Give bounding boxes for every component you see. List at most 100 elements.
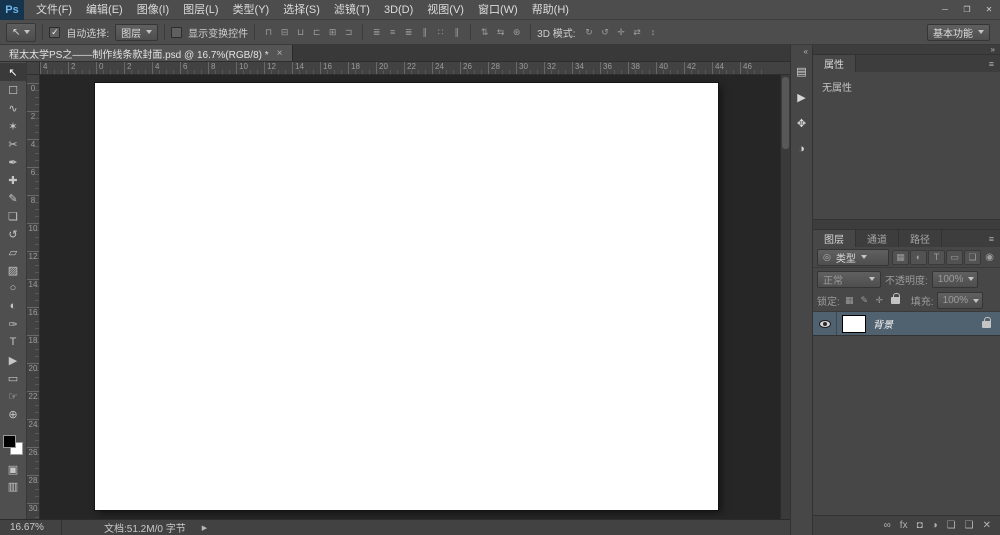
menu-item[interactable]: 图像(I) (130, 0, 176, 19)
type-tool[interactable]: T (0, 333, 26, 351)
distribute-left-edges-icon[interactable]: ∥ (417, 24, 432, 40)
menu-item[interactable]: 3D(D) (377, 0, 420, 19)
adjustments-panel-icon[interactable]: ◑ (793, 140, 811, 158)
minimize-button[interactable]: ─ (934, 0, 956, 19)
lock-transparent-pixels-icon[interactable]: ▦ (843, 294, 856, 308)
menu-item[interactable]: 编辑(E) (79, 0, 130, 19)
filter-adjustment-layers-icon[interactable]: ◐ (910, 249, 927, 265)
clone-stamp-tool[interactable]: ❏ (0, 207, 26, 225)
tab-paths[interactable]: 路径 (899, 230, 942, 247)
menu-item[interactable]: 帮助(H) (525, 0, 576, 19)
vertical-scrollbar[interactable] (780, 75, 790, 519)
opacity-dropdown[interactable]: 100% (931, 270, 978, 288)
marquee-tool[interactable]: ☐ (0, 81, 26, 99)
layer-visibility-toggle[interactable] (813, 312, 837, 335)
menu-item[interactable]: 滤镜(T) (327, 0, 377, 19)
brush-tool[interactable]: ✎ (0, 189, 26, 207)
distribute-top-edges-icon[interactable]: ≣ (369, 24, 384, 40)
align-top-edges-icon[interactable]: ⊓ (261, 24, 276, 40)
distribute-vertical-spacing-icon[interactable]: ⇅ (477, 24, 492, 40)
align-right-edges-icon[interactable]: ⊐ (341, 24, 356, 40)
history-panel-icon[interactable]: ▤ (793, 62, 811, 80)
distribute-vertical-centers-icon[interactable]: ≡ (385, 24, 400, 40)
tab-channels[interactable]: 通道 (856, 230, 899, 247)
align-vertical-centers-icon[interactable]: ⊟ (277, 24, 292, 40)
3d-slide-icon[interactable]: ⇄ (630, 24, 645, 40)
filter-type-dropdown[interactable]: ◎ 类型 (817, 248, 889, 266)
menu-item[interactable]: 选择(S) (276, 0, 327, 19)
new-group-icon[interactable]: ❏ (947, 520, 956, 531)
align-left-edges-icon[interactable]: ⊏ (309, 24, 324, 40)
panel-menu-icon[interactable]: ≡ (989, 55, 1000, 72)
actions-panel-icon[interactable]: ▶ (793, 88, 811, 106)
expand-panels-icon[interactable]: « (804, 45, 812, 58)
link-layers-icon[interactable]: ∞ (884, 520, 891, 531)
lock-image-pixels-icon[interactable]: ✎ (858, 294, 871, 308)
3d-roll-icon[interactable]: ↺ (598, 24, 613, 40)
layer-thumbnail[interactable] (842, 314, 866, 333)
layer-styles-icon[interactable]: fx (900, 520, 908, 531)
show-transform-checkbox[interactable] (171, 26, 183, 38)
workspace-switcher[interactable]: 基本功能 (927, 23, 990, 41)
menu-item[interactable]: 类型(Y) (226, 0, 277, 19)
lock-all-icon[interactable] (889, 293, 902, 308)
auto-select-target-dropdown[interactable]: 图层 (115, 23, 159, 41)
close-tab-icon[interactable]: × (277, 48, 283, 59)
filter-type-layers-icon[interactable]: T (928, 249, 945, 265)
3d-pan-icon[interactable]: ✛ (614, 24, 629, 40)
gradient-tool[interactable]: ▨ (0, 261, 26, 279)
vertical-ruler[interactable]: 0 2 4 6 8 10 12 14 16 18 20 22 24 26 28 30 (27, 75, 40, 519)
screen-mode-icon[interactable]: ▥ (0, 478, 26, 495)
lock-position-icon[interactable]: ✛ (873, 294, 886, 308)
scrollbar-thumb[interactable] (782, 77, 789, 149)
dodge-tool[interactable]: ◐ (0, 297, 26, 315)
eyedropper-tool[interactable]: ✒ (0, 153, 26, 171)
hand-tool[interactable]: ☞ (0, 387, 26, 405)
collapse-panels-icon[interactable]: » (991, 45, 995, 54)
layer-row-background[interactable]: 背景 (813, 312, 1000, 336)
menu-item[interactable]: 图层(L) (176, 0, 225, 19)
new-adjustment-layer-icon[interactable]: ◑ (932, 520, 938, 531)
distribute-right-edges-icon[interactable]: ∥ (449, 24, 464, 40)
distribute-bottom-edges-icon[interactable]: ≣ (401, 24, 416, 40)
3d-rotate-icon[interactable]: ↻ (582, 24, 597, 40)
delete-layer-icon[interactable]: ✕ (983, 520, 991, 531)
path-selection-tool[interactable]: ▶ (0, 351, 26, 369)
fill-dropdown[interactable]: 100% (936, 292, 983, 309)
align-bottom-edges-icon[interactable]: ⊔ (293, 24, 308, 40)
status-flyout-icon[interactable]: ▶ (202, 524, 207, 532)
tab-properties[interactable]: 属性 (813, 55, 856, 72)
horizontal-ruler[interactable]: 4 2 0 2 4 6 8 10 12 14 16 18 20 22 24 26 28 30 32 34 36 38 40 4… (40, 62, 790, 75)
menu-item[interactable]: 文件(F) (29, 0, 79, 19)
shape-tool[interactable]: ▭ (0, 369, 26, 387)
close-button[interactable]: ✕ (978, 0, 1000, 19)
zoom-tool[interactable]: ⊕ (0, 405, 26, 423)
move-tool[interactable]: ↖ (0, 63, 26, 81)
foreground-color-swatch[interactable] (3, 435, 16, 448)
filter-toggle-icon[interactable]: ◉ (985, 252, 996, 263)
document-tab[interactable]: 程太太学PS之——制作线条款封面.psd @ 16.7%(RGB/8) * × (0, 45, 293, 61)
align-horizontal-centers-icon[interactable]: ⊞ (325, 24, 340, 40)
eraser-tool[interactable]: ▱ (0, 243, 26, 261)
blend-mode-dropdown[interactable]: 正常 (817, 270, 881, 288)
document-canvas[interactable] (95, 83, 718, 510)
tab-layers[interactable]: 图层 (813, 230, 856, 247)
panel-menu-icon[interactable]: ≡ (989, 230, 1000, 247)
quick-mask-icon[interactable]: ▣ (0, 461, 26, 478)
add-layer-mask-icon[interactable]: ◘ (917, 520, 923, 531)
healing-brush-tool[interactable]: ✚ (0, 171, 26, 189)
auto-select-checkbox[interactable]: ✓ (49, 26, 61, 38)
zoom-level-field[interactable]: 16.67% (0, 520, 62, 535)
crop-tool[interactable]: ✂ (0, 135, 26, 153)
tool-preset-picker[interactable]: ↖ (6, 22, 37, 42)
pen-tool[interactable]: ✑ (0, 315, 26, 333)
3d-scale-icon[interactable]: ↕ (646, 24, 661, 40)
quick-selection-tool[interactable]: ✶ (0, 117, 26, 135)
history-brush-tool[interactable]: ↺ (0, 225, 26, 243)
styles-panel-icon[interactable]: ✥ (793, 114, 811, 132)
lasso-tool[interactable]: ∿ (0, 99, 26, 117)
menu-item[interactable]: 视图(V) (420, 0, 471, 19)
menu-item[interactable]: 窗口(W) (471, 0, 525, 19)
blur-tool[interactable]: ○ (0, 279, 26, 297)
filter-smart-objects-icon[interactable]: ❏ (964, 249, 981, 265)
